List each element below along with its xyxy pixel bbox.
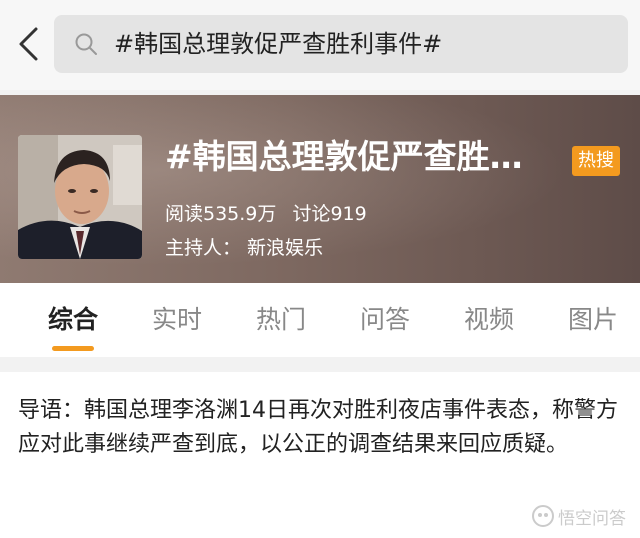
person-photo-icon [18,135,142,259]
watermark: 悟空问答 [532,504,626,529]
topic-title: #韩国总理敦促严查胜利事件# [165,137,555,176]
tab-comprehensive[interactable]: 综合 [33,303,113,337]
tab-popular[interactable]: 热门 [241,303,321,337]
topic-host[interactable]: 主持人： 新浪娱乐 [165,235,323,261]
top-search-bar: #韩国总理敦促严查胜利事件# [0,0,640,90]
back-button[interactable] [8,22,48,66]
tab-video[interactable]: 视频 [449,303,529,337]
topic-header: #韩国总理敦促严查胜利事件# 热搜 阅读535.9万 讨论919 主持人： 新浪… [0,95,640,283]
tab-qa[interactable]: 问答 [345,303,425,337]
tab-bar: 综合 实时 热门 问答 视频 图片 [0,283,640,357]
tab-images[interactable]: 图片 [553,303,633,337]
search-icon [75,33,97,55]
search-query-text: #韩国总理敦促严查胜利事件# [114,30,443,58]
topic-intro-text: 导语：韩国总理李洛渊14日再次对胜利夜店事件表态，称警方应对此事继续严查到底，以… [18,398,618,457]
topic-avatar[interactable] [18,135,142,259]
active-tab-indicator [52,346,94,351]
watermark-text: 悟空问答 [558,508,626,529]
back-arrow-icon [19,27,38,61]
wukong-logo-icon [532,505,554,527]
read-count: 阅读535.9万 [165,203,277,225]
topic-intro-card: 导语：韩国总理李洛渊14日再次对胜利夜店事件表态，称警方应对此事继续严查到底，以… [0,372,640,538]
topic-stats: 阅读535.9万 讨论919 [165,201,377,227]
hot-search-badge: 热搜 [572,146,620,176]
search-input[interactable]: #韩国总理敦促严查胜利事件# [54,15,628,73]
discussion-count: 讨论919 [292,203,367,225]
tab-realtime[interactable]: 实时 [137,303,217,337]
